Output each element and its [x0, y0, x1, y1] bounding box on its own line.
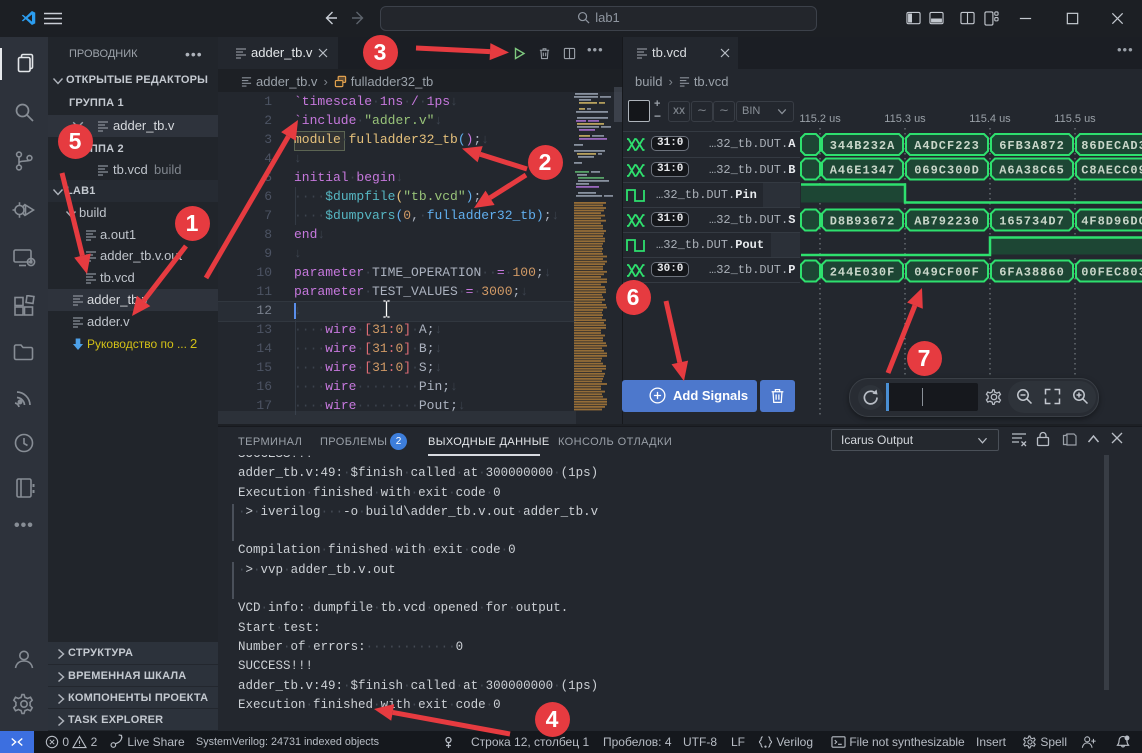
svg-text:165734D7: 165734D7 — [999, 215, 1065, 229]
svg-text:A46E1347: A46E1347 — [830, 164, 896, 178]
svg-text:4F8D96DC: 4F8D96DC — [1081, 215, 1142, 229]
svg-text:D8B93672: D8B93672 — [830, 215, 896, 229]
svg-text:00FEC803: 00FEC803 — [1081, 266, 1142, 280]
svg-text:115.2 us: 115.2 us — [800, 113, 841, 125]
svg-text:A4DCF223: A4DCF223 — [914, 139, 980, 153]
svg-text:AB792230: AB792230 — [914, 215, 980, 229]
svg-text:344B232A: 344B232A — [830, 139, 896, 153]
svg-text:244E030F: 244E030F — [830, 266, 896, 280]
svg-text:86DECAD3: 86DECAD3 — [1081, 139, 1142, 153]
svg-text:069C300D: 069C300D — [914, 164, 980, 178]
svg-text:115.4 us: 115.4 us — [969, 113, 1011, 125]
svg-text:C8AECC09: C8AECC09 — [1081, 164, 1142, 178]
svg-text:115.3 us: 115.3 us — [884, 113, 926, 125]
svg-text:6FA38860: 6FA38860 — [999, 266, 1065, 280]
svg-text:6FB3A872: 6FB3A872 — [999, 139, 1065, 153]
svg-text:049CF00F: 049CF00F — [914, 266, 980, 280]
svg-text:115.5 us: 115.5 us — [1054, 113, 1096, 125]
svg-text:A6A38C65: A6A38C65 — [999, 164, 1065, 178]
